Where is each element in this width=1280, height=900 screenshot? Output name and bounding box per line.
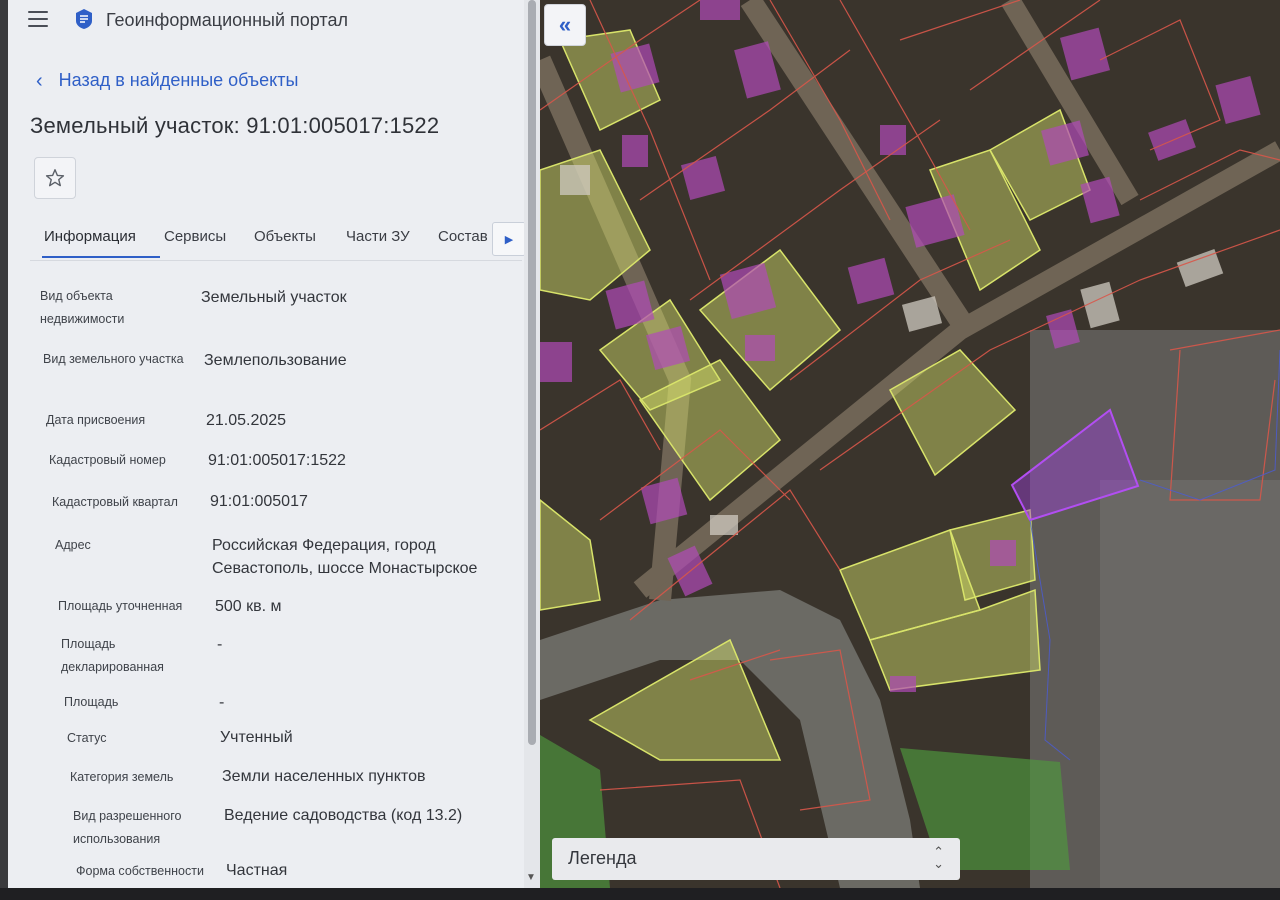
info-label: Адрес [55, 538, 91, 552]
info-value: 21.05.2025 [206, 412, 287, 429]
info-label: Статус [67, 731, 107, 745]
expand-updown-icon: ⌃ ⌄ [933, 844, 944, 871]
info-value: Учтенный [220, 729, 293, 746]
double-chevron-left-icon: « [558, 12, 572, 37]
map-canvas [540, 0, 1280, 888]
info-label: Площадь декларированная [61, 637, 164, 674]
collapse-panel-button[interactable]: « [544, 4, 586, 46]
info-value: Частная [226, 862, 288, 879]
info-value: 500 кв. м [215, 598, 282, 615]
info-label: Вид земельного участка [43, 352, 184, 366]
legend-label: Легенда [568, 848, 637, 868]
info-value: Земельный участок [201, 289, 347, 306]
info-label: Кадастровый номер [49, 453, 166, 467]
screen-edge [0, 0, 8, 888]
info-value: 91:01:005017 [210, 493, 308, 510]
info-label: Форма собственности [76, 864, 204, 878]
info-value: Землепользование [204, 352, 347, 369]
legend-selector[interactable]: Легенда ⌃ ⌄ [552, 838, 960, 880]
taskbar-strip [0, 888, 1280, 900]
info-value: Ведение садоводства (код 13.2) [224, 807, 463, 824]
info-label: Площадь уточненная [58, 599, 183, 613]
info-value: Земли населенных пунктов [222, 768, 426, 785]
info-value: - [217, 636, 223, 653]
info-label: Категория земель [70, 770, 174, 784]
info-value: Российская Федерация, город Севастополь,… [212, 537, 478, 577]
info-label: Площадь [64, 695, 119, 709]
info-value: 91:01:005017:1522 [208, 452, 346, 469]
info-value: - [219, 694, 225, 711]
info-label: Вид объекта недвижимости [40, 289, 125, 326]
scroll-down-icon[interactable]: ▼ [526, 872, 536, 883]
info-list: Вид объекта недвижимости Земельный участ… [8, 0, 540, 888]
info-label: Кадастровый квартал [52, 495, 178, 509]
panel-scrollbar-thumb[interactable] [528, 0, 536, 745]
map-view[interactable]: « Легенда ⌃ ⌄ [540, 0, 1280, 888]
info-label: Вид разрешенного использования [73, 809, 182, 846]
info-panel: Геоинформационный портал ‹ Назад в найде… [8, 0, 540, 888]
info-label: Дата присвоения [46, 413, 146, 427]
